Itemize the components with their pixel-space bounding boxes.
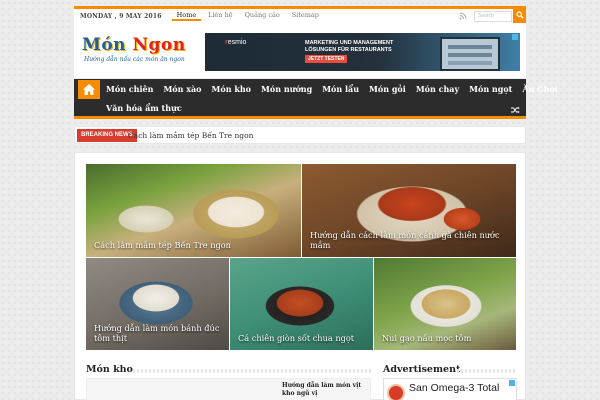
featured-post-5[interactable]: Nui gạo nấu mọc tôm (374, 258, 516, 350)
section-divider (457, 369, 517, 373)
ad-logo (387, 384, 405, 400)
nav-item-van-hoa-am-thuc[interactable]: Văn hóa ẩm thực (101, 99, 187, 117)
nav-item-an-choi[interactable]: Ăn Chơi (517, 79, 562, 99)
mon-kho-list: Hướng dẫn làm món vịt kho ngũ vị (86, 378, 371, 400)
ad-choices-icon[interactable] (509, 380, 515, 386)
ad-choices-icon[interactable] (512, 34, 518, 40)
mon-kho-post-title[interactable]: Hướng dẫn làm món vịt kho ngũ vị (282, 382, 367, 398)
main-nav-row-1: Món chiên Món xào Món kho Món nướng Món … (101, 79, 563, 99)
header-ad-banner[interactable]: resmio MARKETING UND MANAGEMENT LÖSUNGEN… (205, 33, 520, 71)
current-date: MONDAY , 9 MAY 2016 (80, 12, 162, 20)
logo-tagline: Hướng dẫn nấu các món ăn ngon (84, 56, 185, 63)
nav-item-mon-ngot[interactable]: Món ngọt (464, 79, 517, 99)
top-nav-advertise[interactable]: Quảng cáo (240, 11, 285, 19)
random-post-button[interactable] (508, 99, 522, 117)
ad-brand-rest: esmio (227, 39, 247, 46)
main-nav: Món chiên Món xào Món kho Món nướng Món … (74, 79, 558, 119)
sidebar-ad-text: San Omega-3 Total (409, 382, 500, 394)
nav-item-mon-nuong[interactable]: Món nướng (256, 79, 317, 99)
section-title-mon-kho[interactable]: Món kho (86, 364, 133, 375)
nav-item-mon-chien[interactable]: Món chiên (101, 79, 158, 99)
search-button[interactable] (513, 9, 526, 23)
nav-item-mon-kho[interactable]: Món kho (207, 79, 257, 99)
featured-post-1[interactable]: Cách làm mắm tép Bến Tre ngon (86, 164, 301, 257)
featured-post-3[interactable]: Hướng dẫn làm món bánh đúc tôm thịt (86, 258, 229, 350)
nav-item-mon-lau[interactable]: Món lẩu (317, 79, 364, 99)
section-title-advertisement: Advertisement (383, 364, 461, 375)
featured-post-2-title[interactable]: Hướng dẫn cách làm món cánh gà chiên nướ… (310, 230, 508, 250)
home-button[interactable] (78, 80, 100, 99)
search-input[interactable]: Search (474, 11, 512, 22)
top-nav-home[interactable]: Home (171, 11, 202, 21)
page: MONDAY , 9 MAY 2016 Home Liên hệ Quảng c… (74, 0, 558, 400)
ad-laptop-image (440, 37, 500, 71)
top-nav-sitemap[interactable]: Sitemap (287, 11, 324, 19)
ad-cta-button[interactable]: JETZT TESTEN (305, 55, 348, 63)
shuffle-icon (510, 99, 520, 118)
ad-message: MARKETING UND MANAGEMENT LÖSUNGEN FÜR RE… (305, 40, 393, 54)
featured-post-5-title[interactable]: Nui gạo nấu mọc tôm (382, 333, 508, 343)
site-logo[interactable]: Món Ngon (82, 35, 186, 55)
featured-post-3-title[interactable]: Hướng dẫn làm món bánh đúc tôm thịt (94, 323, 221, 343)
home-icon (83, 80, 95, 99)
featured-post-4-title[interactable]: Cá chiên giòn sốt chua ngọt (238, 333, 365, 343)
ad-line-2: LÖSUNGEN FÜR RESTAURANTS (305, 47, 392, 53)
featured-post-1-title[interactable]: Cách làm mắm tép Bến Tre ngon (94, 240, 293, 250)
section-divider (133, 369, 371, 373)
breaking-news-bar: BREAKING NEWS Cách làm mắm tép Bến Tre n… (74, 126, 526, 144)
ad-line-1: MARKETING UND MANAGEMENT (305, 40, 394, 46)
rss-icon[interactable] (459, 12, 468, 21)
nav-item-mon-goi[interactable]: Món gỏi (364, 79, 411, 99)
site-header: Món Ngon Hướng dẫn nấu các món ăn ngon r… (74, 23, 526, 78)
top-bar: MONDAY , 9 MAY 2016 Home Liên hệ Quảng c… (74, 6, 526, 23)
sidebar-ad[interactable]: San Omega-3 Total (383, 378, 517, 400)
nav-item-mon-chay[interactable]: Món chay (411, 79, 464, 99)
main-nav-row-2: Văn hóa ẩm thực (101, 99, 187, 117)
featured-post-4[interactable]: Cá chiên giòn sốt chua ngọt (230, 258, 373, 350)
top-nav: Home Liên hệ Quảng cáo Sitemap (171, 11, 324, 21)
logo-word-2: Ngon (132, 35, 186, 55)
ad-brand: resmio (225, 39, 246, 46)
search-icon (515, 11, 524, 21)
breaking-news-headline[interactable]: Cách làm mắm tép Bến Tre ngon (128, 127, 253, 144)
main-content: Cách làm mắm tép Bến Tre ngon Hướng dẫn … (74, 152, 526, 400)
featured-post-2[interactable]: Hướng dẫn cách làm món cánh gà chiên nướ… (302, 164, 516, 257)
nav-item-mon-xao[interactable]: Món xào (158, 79, 206, 99)
logo-word-1: Món (82, 35, 133, 55)
top-nav-contact[interactable]: Liên hệ (203, 11, 238, 19)
